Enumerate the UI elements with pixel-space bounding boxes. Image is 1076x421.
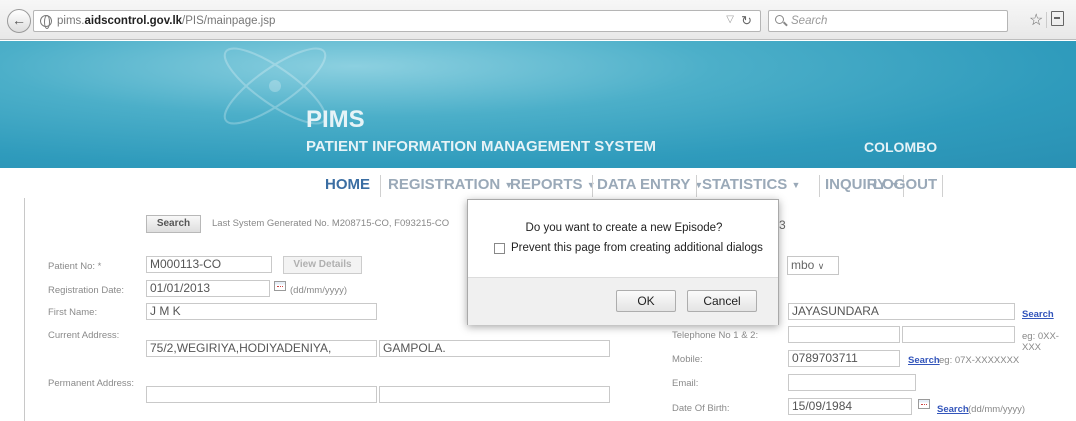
email-label: Email: bbox=[672, 378, 699, 389]
last-name-search-link[interactable]: Search bbox=[1022, 309, 1054, 320]
mobile-label: Mobile: bbox=[672, 354, 703, 365]
location-label: COLOMBO bbox=[864, 139, 938, 155]
partial-text: 3 bbox=[779, 218, 786, 232]
nav-logout[interactable]: LOGOUT bbox=[873, 176, 937, 193]
nav-statistics[interactable]: STATISTICS ▼ bbox=[702, 176, 800, 193]
view-details-button[interactable]: View Details bbox=[283, 256, 362, 274]
permanent-address-line1-field[interactable] bbox=[146, 386, 377, 403]
dob-hint: (dd/mm/yyyy) bbox=[968, 404, 1025, 415]
email-field[interactable] bbox=[788, 374, 916, 391]
mobile-field[interactable]: 0789703711 bbox=[788, 350, 900, 367]
nav-divider bbox=[942, 175, 943, 197]
dialog-footer: OK Cancel bbox=[468, 277, 778, 325]
chevron-down-icon: ▼ bbox=[791, 180, 801, 191]
search-placeholder: Search bbox=[791, 15, 828, 27]
confirm-dialog: Do you want to create a new Episode? Pre… bbox=[467, 199, 779, 325]
nav-data-entry[interactable]: DATA ENTRY ▼ bbox=[597, 176, 703, 193]
mobile-search-link[interactable]: Search bbox=[908, 355, 940, 366]
telephone-hint: eg: 0XX-XXX bbox=[1022, 331, 1059, 353]
clinic-select[interactable]: mbo ∨ bbox=[787, 256, 839, 275]
url-text: pims.aidscontrol.gov.lk/PIS/mainpage.jsp bbox=[57, 15, 276, 27]
reload-icon[interactable]: ↻ bbox=[741, 13, 752, 29]
calendar-icon[interactable] bbox=[918, 399, 930, 409]
nav-data-entry-label: DATA ENTRY bbox=[597, 176, 691, 193]
registration-date-label: Registration Date: bbox=[48, 285, 125, 296]
history-dropdown-icon[interactable]: ▽ bbox=[726, 14, 734, 25]
first-name-field[interactable]: J M K bbox=[146, 303, 377, 320]
telephone-2-field[interactable] bbox=[902, 326, 1015, 343]
last-name-field[interactable]: JAYASUNDARA bbox=[788, 303, 1015, 320]
search-button[interactable]: Search bbox=[146, 215, 201, 233]
nav-statistics-label: STATISTICS bbox=[702, 176, 788, 193]
permanent-address-label: Permanent Address: bbox=[48, 378, 135, 389]
nav-divider bbox=[819, 175, 820, 197]
search-bar[interactable]: Search bbox=[768, 10, 1008, 32]
app-title: PIMS bbox=[306, 106, 365, 133]
nav-divider bbox=[592, 175, 593, 197]
patient-no-label: Patient No: * bbox=[48, 261, 102, 272]
dialog-message: Do you want to create a new Episode? bbox=[525, 222, 723, 234]
content-left-border bbox=[24, 198, 25, 421]
prevent-dialogs-label[interactable]: Prevent this page from creating addition… bbox=[511, 242, 763, 254]
prevent-dialogs-checkbox[interactable] bbox=[494, 243, 505, 254]
address-bar[interactable]: pims.aidscontrol.gov.lk/PIS/mainpage.jsp… bbox=[33, 10, 761, 32]
calendar-icon[interactable] bbox=[274, 281, 286, 291]
current-address-line1-field[interactable]: 75/2,WEGIRIYA,HODIYADENIYA, bbox=[146, 340, 377, 357]
dob-field[interactable]: 15/09/1984 bbox=[788, 398, 912, 415]
dob-search-link[interactable]: Search bbox=[937, 404, 969, 415]
browser-toolbar: ← pims.aidscontrol.gov.lk/PIS/mainpage.j… bbox=[0, 0, 1076, 40]
patient-no-field[interactable]: M000113-CO bbox=[146, 256, 272, 273]
globe-icon bbox=[40, 15, 52, 29]
nav-reports-label: REPORTS bbox=[510, 176, 583, 193]
dob-label: Date Of Birth: bbox=[672, 403, 730, 414]
telephone-1-field[interactable] bbox=[788, 326, 900, 343]
ok-button[interactable]: OK bbox=[616, 290, 676, 312]
header-banner: PIMS PATIENT INFORMATION MANAGEMENT SYST… bbox=[0, 41, 1076, 168]
registration-date-hint: (dd/mm/yyyy) bbox=[290, 285, 347, 296]
search-icon bbox=[775, 15, 784, 24]
nav-divider bbox=[696, 175, 697, 197]
app-subtitle: PATIENT INFORMATION MANAGEMENT SYSTEM bbox=[306, 138, 656, 155]
chevron-down-icon: ∨ bbox=[817, 261, 825, 271]
toolbar-divider bbox=[1046, 12, 1047, 28]
nav-home[interactable]: HOME bbox=[325, 176, 370, 193]
nav-divider bbox=[380, 175, 381, 197]
clinic-select-value: mbo bbox=[791, 258, 815, 272]
bookmarks-library-icon[interactable] bbox=[1051, 11, 1064, 26]
current-address-label: Current Address: bbox=[48, 330, 120, 341]
back-arrow-icon[interactable]: ← bbox=[7, 9, 31, 33]
mobile-hint: eg: 07X-XXXXXXX bbox=[939, 355, 1020, 366]
cancel-button[interactable]: Cancel bbox=[687, 290, 757, 312]
registration-date-field[interactable]: 01/01/2013 bbox=[146, 280, 270, 297]
nav-registration-label: REGISTRATION bbox=[388, 176, 501, 193]
telephone-label: Telephone No 1 & 2: bbox=[672, 330, 759, 341]
permanent-address-line2-field[interactable] bbox=[379, 386, 610, 403]
nav-reports[interactable]: REPORTS ▼ bbox=[510, 176, 596, 193]
first-name-label: First Name: bbox=[48, 307, 98, 318]
current-address-line2-field[interactable]: GAMPOLA. bbox=[379, 340, 610, 357]
last-system-generated-text: Last System Generated No. M208715-CO, F0… bbox=[212, 218, 450, 229]
bookmark-star-icon[interactable]: ☆ bbox=[1029, 10, 1043, 30]
nav-registration[interactable]: REGISTRATION ▼ bbox=[388, 176, 513, 193]
